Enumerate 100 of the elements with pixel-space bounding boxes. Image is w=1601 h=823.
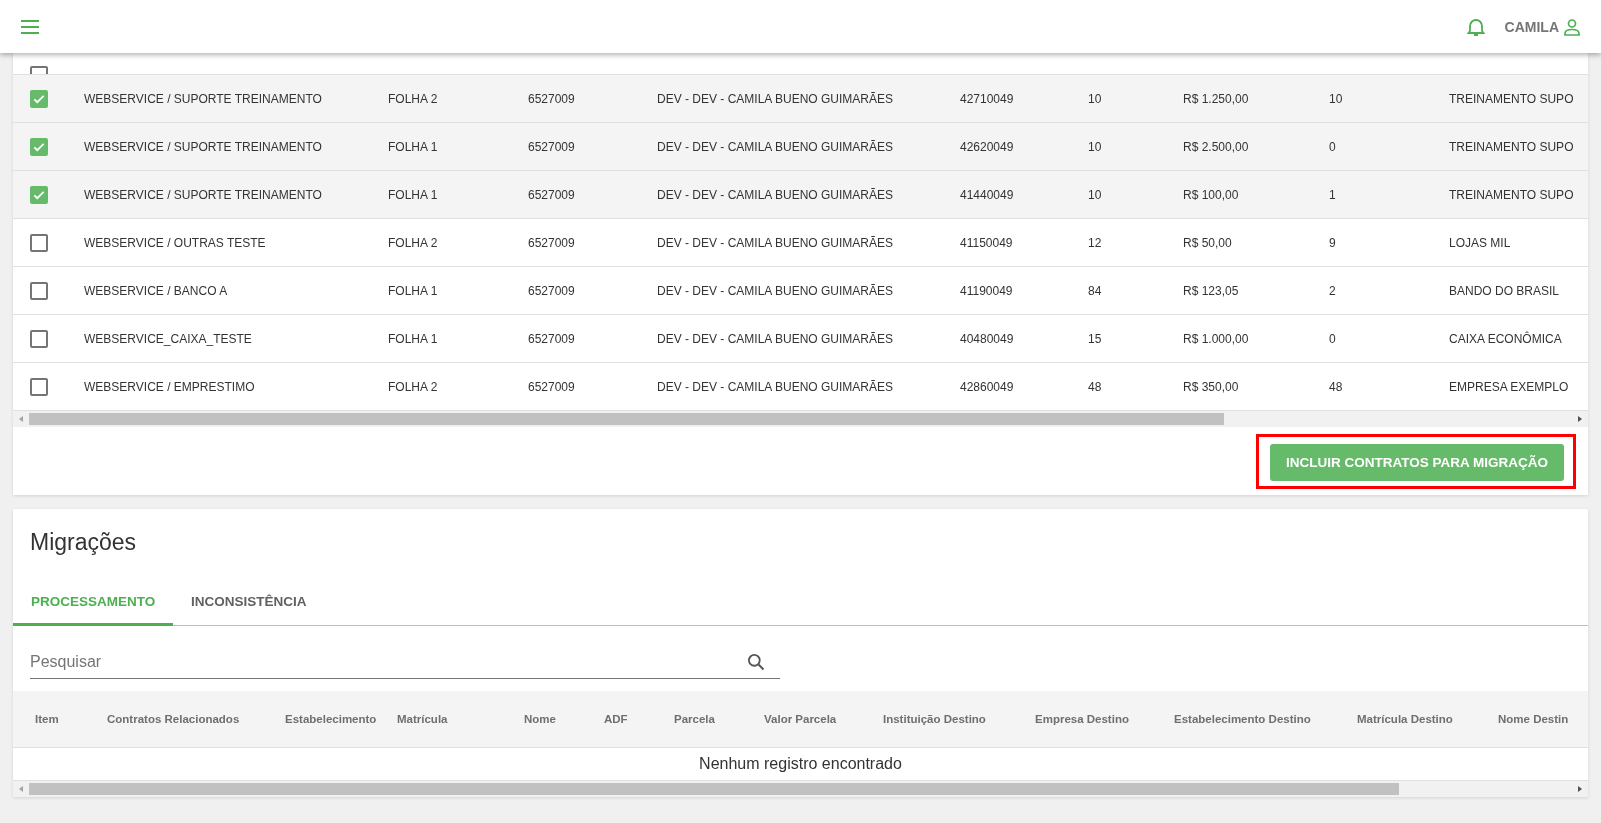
- table-cell-text: FOLHA 1: [388, 139, 439, 154]
- column-header[interactable]: Nome Destin: [1498, 713, 1588, 725]
- checkbox[interactable]: [30, 137, 48, 156]
- horizontal-scrollbar[interactable]: [13, 781, 1588, 797]
- column-header[interactable]: Parcela: [674, 713, 764, 725]
- checkbox[interactable]: [30, 89, 48, 108]
- table-cell-text: 48: [1088, 379, 1103, 394]
- table-row[interactable]: WEBSERVICE / SUPORTE TREINAMENTO FOLHA 2 6527009 DEV - DEV - CAMILA BUENO GUIMARÃES 42710049 10 R$ 1.250,00 10 TREINAMENTO SUPO: [13, 75, 1588, 123]
- column-header[interactable]: Contratos Relacionados: [107, 713, 285, 725]
- table-cell-text: 48: [1329, 379, 1344, 394]
- table-cell-text: 6527009: [528, 139, 576, 154]
- table-cell-text: WEBSERVICE_CAIXA_TESTE: [84, 331, 253, 346]
- table-cell-text: 0: [1329, 139, 1337, 154]
- table-cell-text: 42620049: [960, 139, 1015, 154]
- table-cell-text: EMPRESA EXEMPLO: [1449, 379, 1570, 394]
- table-cell-text: R$ 2.500,00: [1183, 139, 1250, 154]
- checkbox[interactable]: [30, 377, 48, 396]
- column-header[interactable]: Valor Parcela: [764, 713, 883, 725]
- section-title: Migrações: [29, 528, 138, 555]
- table-cell-text: TREINAMENTO SUPO: [1449, 91, 1575, 106]
- table-cell-text: FOLHA 1: [388, 283, 439, 298]
- search-field[interactable]: Pesquisar: [30, 646, 780, 679]
- table-cell-text: BANDO DO BRASIL: [1449, 283, 1561, 298]
- tab[interactable]: PROCESSAMENTO: [13, 573, 173, 626]
- table-cell-text: 0: [1329, 331, 1337, 346]
- user-icon[interactable]: [1563, 17, 1581, 36]
- table-cell-text: 6527009: [528, 331, 576, 346]
- table-cell-text: 42860049: [960, 379, 1015, 394]
- table-cell-text: 10: [1088, 91, 1103, 106]
- table-cell-text: DEV - DEV - CAMILA BUENO GUIMARÃES: [657, 331, 895, 346]
- table-cell-text: WEBSERVICE / OUTRAS TESTE: [84, 235, 267, 250]
- checkbox[interactable]: [30, 185, 48, 204]
- table-cell-text: R$ 1.250,00: [1183, 91, 1250, 106]
- table-cell-text: WEBSERVICE / SUPORTE TREINAMENTO: [84, 187, 323, 202]
- table-row[interactable]: WEBSERVICE / OUTRAS TESTE FOLHA 2 6527009 DEV - DEV - CAMILA BUENO GUIMARÃES 41150049 12 R$ 50,00 9 LOJAS MIL: [13, 219, 1588, 267]
- column-header[interactable]: Estabelecimento Destino: [1174, 713, 1357, 725]
- empty-message: Nenhum registro encontrado: [699, 755, 902, 773]
- checkbox[interactable]: [30, 329, 48, 348]
- table-cell-text: FOLHA 2: [388, 235, 439, 250]
- table-cell-text: 41150049: [960, 235, 1014, 250]
- table-row[interactable]: WEBSERVICE / SUPORTE TREINAMENTO FOLHA 1 6527009 DEV - DEV - CAMILA BUENO GUIMARÃES 41440049 10 R$ 100,00 1 TREINAMENTO SUPO: [13, 171, 1588, 219]
- table-row[interactable]: WEBSERVICE / SUPORTE TREINAMENTO FOLHA 1 6527009 DEV - DEV - CAMILA BUENO GUIMARÃES 42620049 10 R$ 2.500,00 0 TREINAMENTO SUPO: [13, 123, 1588, 171]
- table-cell-text: DEV - DEV - CAMILA BUENO GUIMARÃES: [657, 187, 895, 202]
- user-name[interactable]: CAMILA: [1504, 18, 1559, 35]
- table-cell-text: R$ 123,05: [1183, 283, 1240, 298]
- search-icon[interactable]: [746, 652, 766, 672]
- table-row[interactable]: WEBSERVICE / BANCO A FOLHA 1 6527009 DEV - DEV - CAMILA BUENO GUIMARÃES 41190049 84 R$ 123,05 2 BANDO DO BRASIL: [13, 267, 1588, 315]
- table-cell-text: 6527009: [528, 187, 576, 202]
- table-cell-text: FOLHA 2: [388, 379, 439, 394]
- table-cell-text: WEBSERVICE / SUPORTE TREINAMENTO: [84, 91, 323, 106]
- table-cell-text: DEV - DEV - CAMILA BUENO GUIMARÃES: [657, 283, 895, 298]
- table-cell-text: 12: [1088, 235, 1103, 250]
- table-cell-text: 6527009: [528, 379, 576, 394]
- table-cell-text: 1: [1329, 187, 1337, 202]
- bell-icon[interactable]: [1466, 16, 1485, 37]
- column-header[interactable]: ADF: [604, 713, 674, 725]
- table-cell-text: R$ 1.000,00: [1183, 331, 1250, 346]
- table-cell-text: DEV - DEV - CAMILA BUENO GUIMARÃES: [657, 235, 895, 250]
- table-cell-text: 15: [1088, 331, 1103, 346]
- table-cell-text: WEBSERVICE / SUPORTE TREINAMENTO: [84, 139, 323, 154]
- table-cell-text: TREINAMENTO SUPO: [1449, 139, 1575, 154]
- table-cell-text: DEV - DEV - CAMILA BUENO GUIMARÃES: [657, 91, 895, 106]
- column-header[interactable]: Item: [35, 713, 107, 725]
- table-cell-text: 10: [1088, 187, 1103, 202]
- table-cell-text: 6527009: [528, 283, 576, 298]
- table-cell-text: 10: [1329, 91, 1344, 106]
- column-header[interactable]: Matrícula: [397, 713, 524, 725]
- checkbox[interactable]: [30, 233, 48, 252]
- table-cell-text: DEV - DEV - CAMILA BUENO GUIMARÃES: [657, 379, 895, 394]
- tab[interactable]: INCONSISTÊNCIA: [173, 573, 325, 626]
- table-cell-text: 41190049: [960, 283, 1014, 298]
- column-header[interactable]: Estabelecimento: [285, 713, 397, 725]
- table-cell-text: FOLHA 1: [388, 187, 439, 202]
- menu-icon[interactable]: [20, 18, 40, 35]
- column-header[interactable]: Empresa Destino: [1035, 713, 1174, 725]
- column-header[interactable]: Matrícula Destino: [1357, 713, 1498, 725]
- table-cell-text: TREINAMENTO SUPO: [1449, 187, 1575, 202]
- table-cell-text: 41440049: [960, 187, 1015, 202]
- table-cell-text: R$ 350,00: [1183, 379, 1240, 394]
- column-header[interactable]: Nome: [524, 713, 604, 725]
- table-cell-text: 10: [1088, 139, 1103, 154]
- table-cell-text: CAIXA ECONÔMICA: [1449, 331, 1563, 346]
- table-row[interactable]: WEBSERVICE / EMPRESTIMO FOLHA 2 6527009 DEV - DEV - CAMILA BUENO GUIMARÃES 42860049 48 R$ 350,00 48 EMPRESA EXEMPLO: [13, 363, 1588, 411]
- column-header[interactable]: Instituição Destino: [883, 713, 1035, 725]
- table-cell-text: DEV - DEV - CAMILA BUENO GUIMARÃES: [657, 139, 895, 154]
- checkbox[interactable]: [30, 281, 48, 300]
- table-cell-text: WEBSERVICE / BANCO A: [84, 283, 229, 298]
- table-cell-text: 2: [1329, 283, 1337, 298]
- table-cell-text: R$ 50,00: [1183, 235, 1233, 250]
- table-cell-text: 6527009: [528, 91, 576, 106]
- table-cell-text: WEBSERVICE / EMPRESTIMO: [84, 379, 256, 394]
- table-row[interactable]: WEBSERVICE_CAIXA_TESTE FOLHA 1 6527009 DEV - DEV - CAMILA BUENO GUIMARÃES 40480049 15 R$ 1.000,00 0 CAIXA ECONÔMICA: [13, 315, 1588, 363]
- table-cell-text: R$ 100,00: [1183, 187, 1240, 202]
- table-cell-text: 6527009: [528, 235, 576, 250]
- table-cell-text: 40480049: [960, 331, 1015, 346]
- table-cell-text: 84: [1088, 283, 1103, 298]
- table-cell-text: FOLHA 1: [388, 331, 439, 346]
- table-cell-text: FOLHA 2: [388, 91, 439, 106]
- table-cell-text: 42710049: [960, 91, 1015, 106]
- horizontal-scrollbar[interactable]: [13, 411, 1588, 427]
